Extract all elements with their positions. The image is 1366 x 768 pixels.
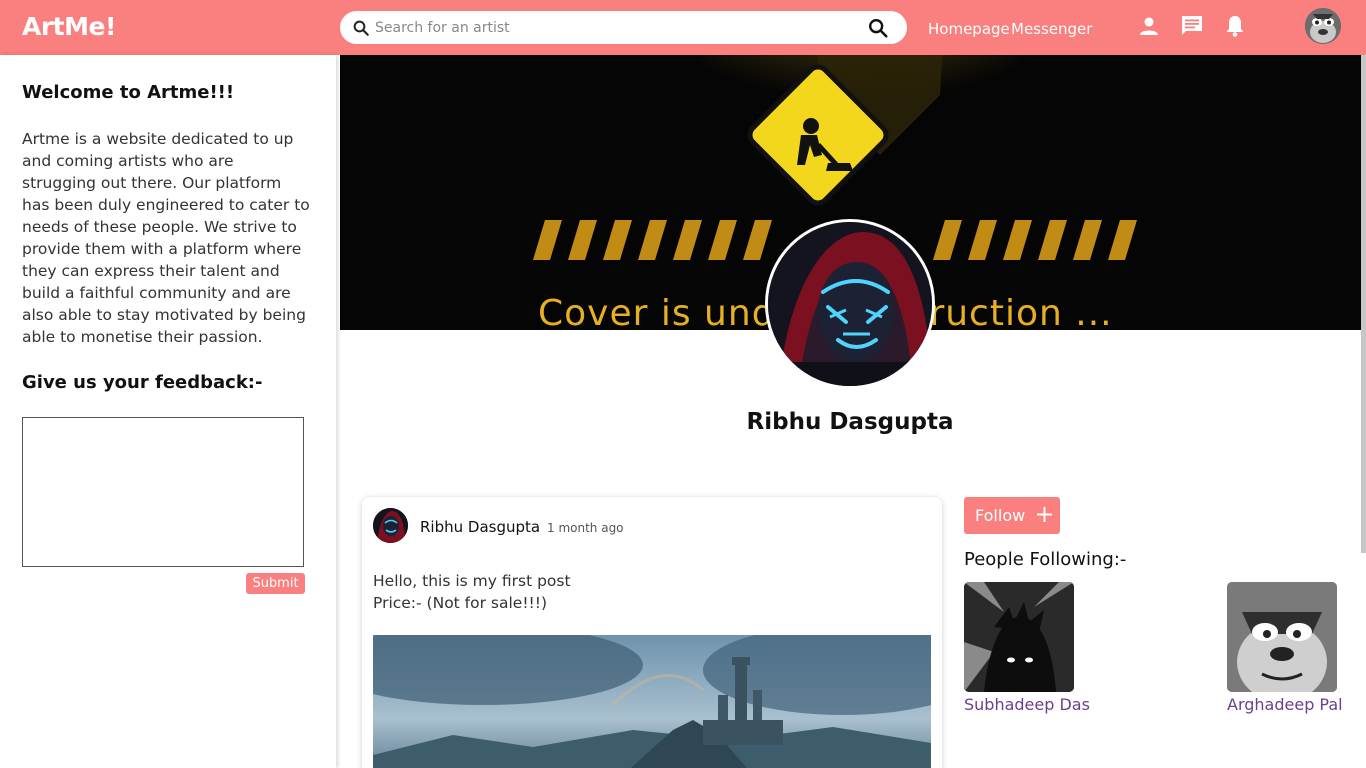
follow-label: Follow — [975, 506, 1026, 525]
left-sidebar: Welcome to Artme!!! Artme is a website d… — [0, 55, 336, 768]
following-avatar[interactable] — [964, 582, 1074, 692]
search-submit-icon[interactable] — [867, 17, 889, 39]
search-icon — [353, 20, 369, 36]
nav-messenger-link[interactable]: Messenger — [1011, 20, 1092, 38]
top-navbar: ArtMe! Homepage Messenger — [0, 0, 1366, 55]
page-scrollbar[interactable] — [1361, 55, 1366, 553]
nav-homepage-link[interactable]: Homepage — [928, 20, 1010, 38]
feedback-heading: Give us your feedback:- — [22, 372, 263, 393]
search-input[interactable] — [375, 17, 855, 39]
plus-icon — [1037, 507, 1052, 522]
app-logo[interactable]: ArtMe! — [22, 12, 116, 41]
chat-icon[interactable] — [1180, 14, 1204, 38]
post-author-name[interactable]: Ribhu Dasgupta — [420, 518, 540, 536]
follow-button[interactable]: Follow — [964, 497, 1060, 534]
bell-icon[interactable] — [1223, 14, 1247, 38]
post-price-line: Price:- (Not for sale!!!) — [373, 594, 548, 612]
person-icon[interactable] — [1137, 14, 1161, 38]
welcome-heading: Welcome to Artme!!! — [22, 82, 235, 103]
post-card: Ribhu Dasgupta 1 month ago Hello, this i… — [362, 497, 942, 768]
post-text: Hello, this is my first post Price:- (No… — [373, 570, 571, 614]
following-name-link[interactable]: Subhadeep Das — [964, 695, 1090, 714]
post-image[interactable] — [373, 635, 931, 768]
search-bar — [340, 11, 907, 44]
post-author-avatar[interactable] — [373, 508, 408, 543]
profile-name: Ribhu Dasgupta — [746, 409, 954, 435]
following-name-link[interactable]: Arghadeep Pal — [1227, 695, 1343, 714]
post-timestamp: 1 month ago — [547, 521, 624, 535]
submit-feedback-button[interactable]: Submit — [246, 573, 305, 594]
feedback-textarea[interactable] — [22, 417, 304, 567]
profile-avatar[interactable] — [765, 219, 935, 389]
about-text: Artme is a website dedicated to up and c… — [22, 130, 310, 346]
people-following-heading: People Following:- — [964, 549, 1127, 570]
user-avatar[interactable] — [1305, 8, 1341, 44]
following-avatar[interactable] — [1227, 582, 1337, 692]
post-text-line: Hello, this is my first post — [373, 572, 571, 590]
